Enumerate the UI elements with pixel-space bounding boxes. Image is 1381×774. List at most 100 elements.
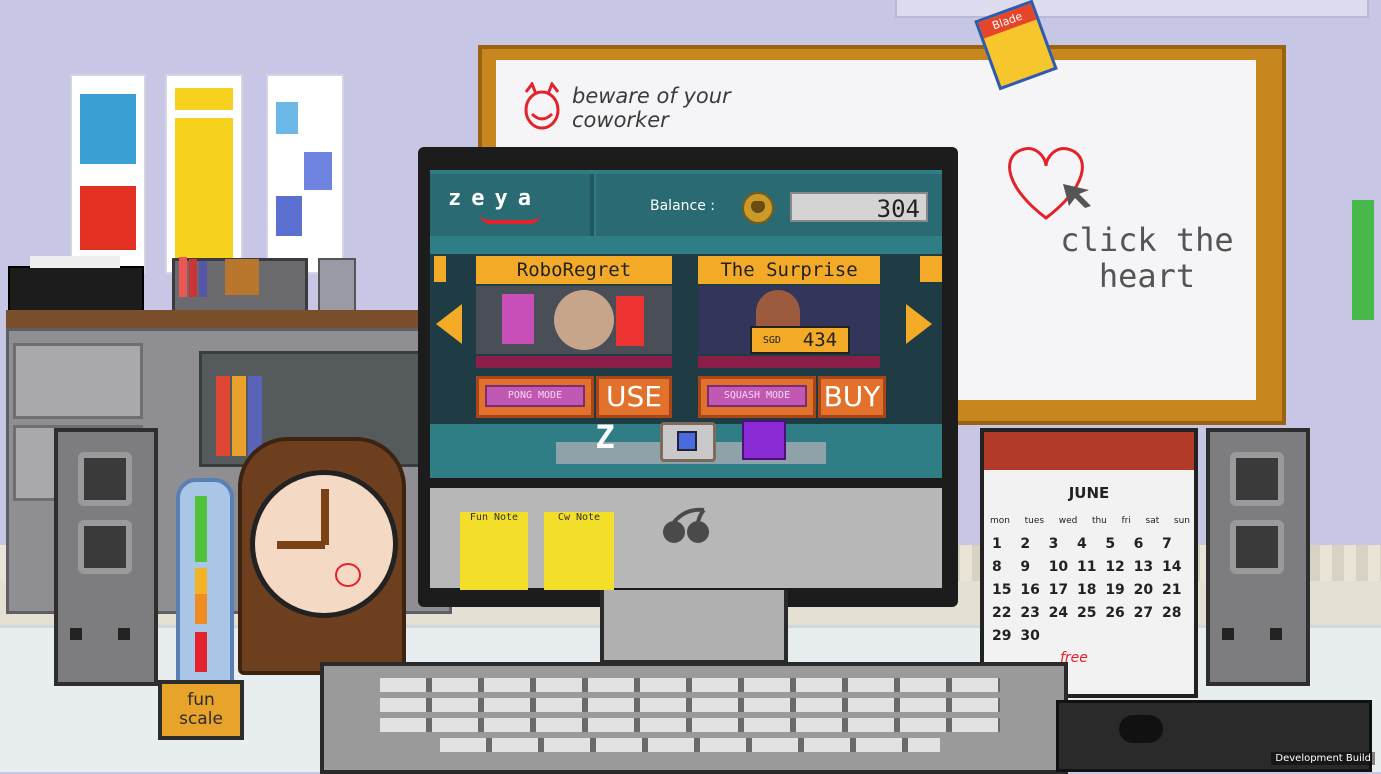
smiley-doodle-icon xyxy=(335,563,361,587)
speaker-left xyxy=(54,428,158,686)
poster-yellow xyxy=(165,74,243,274)
calendar-weekday: thu xyxy=(1091,516,1107,526)
calendar-day: 18 xyxy=(1076,582,1097,598)
keyboard-row xyxy=(380,718,1000,732)
pong-mode-button[interactable]: PONG MODE xyxy=(476,376,594,418)
cherry-bomb-app-icon[interactable] xyxy=(742,420,786,460)
click-heart-hint: click the heart xyxy=(1052,222,1242,294)
zeya-logo: zeya xyxy=(448,186,541,211)
calendar-day: 20 xyxy=(1133,582,1154,598)
calendar-week-row: 22 23 24 25 26 27 28 xyxy=(992,605,1188,628)
calendar-day: 30 xyxy=(1020,628,1040,644)
fun-scale-meter[interactable] xyxy=(176,478,234,696)
coin-icon xyxy=(742,192,774,224)
warning-text: beware of your coworker xyxy=(572,84,731,132)
keyboard-row xyxy=(380,678,1000,692)
pencil-cup xyxy=(318,258,356,316)
calendar-day: 23 xyxy=(1020,605,1040,621)
calendar-day xyxy=(1049,628,1075,651)
calendar-month: JUNE xyxy=(1068,484,1110,502)
zeya-screen: zeya Balance : 304 RoboRegret The Surpri… xyxy=(430,170,942,478)
game-thumbnail: SGD 434 xyxy=(698,286,880,354)
folder-box-icon[interactable] xyxy=(660,422,716,462)
calendar-day: 6 xyxy=(1133,536,1144,552)
fun-note-title: Fun Note xyxy=(469,512,519,523)
keyboard-row xyxy=(440,738,940,752)
calendar-weekday: tues xyxy=(1024,516,1045,526)
calendar-weekdays: mon tues wed thu fri sat sun xyxy=(990,516,1190,526)
game-card[interactable]: The Surprise SGD 434 xyxy=(698,256,880,368)
wall-panel xyxy=(895,0,1369,18)
warning-line1: beware of your xyxy=(572,84,731,108)
calendar-day: 16 xyxy=(1020,582,1040,598)
calendar-day xyxy=(1134,628,1160,651)
calendar-day: 28 xyxy=(1161,605,1182,621)
calendar-week-row: 29 30 xyxy=(992,628,1188,651)
buy-button[interactable]: BUY xyxy=(818,376,886,418)
monitor-bezel: Fun Note Cw Note xyxy=(430,488,942,590)
calendar-day: 29 xyxy=(992,628,1012,644)
calendar-week-row: 8 9 10 11 12 13 14 xyxy=(992,559,1188,582)
balance-bar: Balance : 304 xyxy=(596,174,942,236)
clock-minute-hand xyxy=(321,489,329,545)
fun-scale-label: fun scale xyxy=(158,680,244,740)
hint-line2: heart xyxy=(1098,257,1196,295)
calendar-weekday: sun xyxy=(1173,516,1190,526)
pong-mode-label: PONG MODE xyxy=(485,385,585,407)
calendar-day: 3 xyxy=(1048,536,1059,552)
calendar-day: 11 xyxy=(1076,559,1097,575)
carousel-right-arrow-icon[interactable] xyxy=(906,304,932,344)
zeya-logo-box: zeya xyxy=(430,174,594,236)
fun-scale-line1: fun xyxy=(187,690,215,710)
calendar-day: 26 xyxy=(1105,605,1125,621)
cherry-logo-icon xyxy=(663,507,709,543)
cw-note[interactable]: Cw Note xyxy=(544,512,614,590)
warning-line2: coworker xyxy=(572,108,669,132)
price-tag: SGD 434 xyxy=(750,326,850,354)
calendar-day: 21 xyxy=(1161,582,1182,598)
price-currency: SGD xyxy=(762,334,781,346)
use-button[interactable]: USE xyxy=(596,376,672,418)
calendar-week-row: 1 2 3 4 5 6 7 xyxy=(992,536,1188,559)
calendar-weekday: mon xyxy=(990,516,1010,526)
calendar-day: 8 xyxy=(992,559,1002,575)
calendar-weekday: sat xyxy=(1145,516,1160,526)
calendar-day: 5 xyxy=(1105,536,1116,552)
calendar-day: 9 xyxy=(1020,559,1031,575)
cw-note-title: Cw Note xyxy=(557,512,601,523)
calendar-day: 4 xyxy=(1076,536,1087,552)
game-thumbnail xyxy=(476,286,672,354)
game-title: RoboRegret xyxy=(476,256,672,284)
calendar-day: 24 xyxy=(1048,605,1069,621)
mouse[interactable] xyxy=(1119,715,1163,743)
calendar-day: 17 xyxy=(1048,582,1069,598)
game-card[interactable]: RoboRegret xyxy=(476,256,672,368)
calendar-weekday: fri xyxy=(1121,516,1131,526)
calendar-weekday: wed xyxy=(1058,516,1078,526)
calendar-day: 15 xyxy=(992,582,1012,598)
clock-hour-hand xyxy=(277,541,325,549)
carousel-left-arrow-icon[interactable] xyxy=(436,304,462,344)
squash-mode-button[interactable]: SQUASH MODE xyxy=(698,376,816,418)
calendar-day: 1 xyxy=(992,536,1002,552)
development-build-label: Development Build xyxy=(1271,752,1375,765)
z-app-icon[interactable]: Z xyxy=(588,418,622,456)
calendar-day: 13 xyxy=(1133,559,1154,575)
calendar-day xyxy=(1105,628,1131,651)
devil-doodle-icon xyxy=(524,82,560,130)
wall-calendar[interactable]: JUNE mon tues wed thu fri sat sun 1 2 3 4 5 6 7 8 9 10 1… xyxy=(980,428,1198,698)
cabinet-drawer[interactable] xyxy=(13,343,143,419)
fun-scale-line2: scale xyxy=(179,709,223,729)
calendar-day: 22 xyxy=(992,605,1012,621)
calendar-day: 12 xyxy=(1105,559,1125,575)
desk-organizer xyxy=(172,257,308,318)
fun-note[interactable]: Fun Note xyxy=(460,512,528,590)
poster-diagram xyxy=(266,74,344,274)
monitor-stand xyxy=(600,590,788,664)
clock-face xyxy=(250,470,398,618)
arrow-cursor-icon xyxy=(1063,184,1091,208)
calendar-header xyxy=(984,432,1194,470)
calendar-day: 27 xyxy=(1133,605,1154,621)
calendar-day: 10 xyxy=(1048,559,1069,575)
calendar-day: 25 xyxy=(1076,605,1097,621)
